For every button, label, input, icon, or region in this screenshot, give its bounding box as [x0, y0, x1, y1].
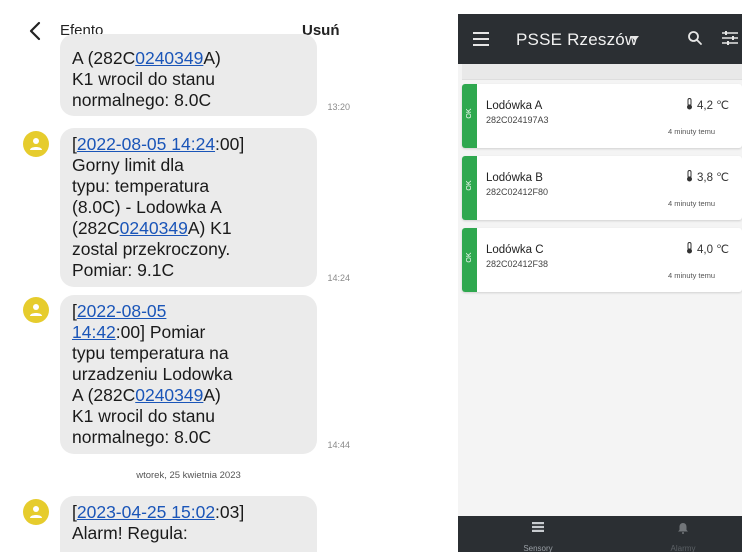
- status-badge: OK: [462, 84, 477, 148]
- message-text: [2022-08-05 14:42:00] Pomiar typu temper…: [72, 301, 277, 448]
- sensor-serial: 282C02412F38: [486, 259, 549, 269]
- hamburger-menu-icon[interactable]: [473, 32, 489, 46]
- person-icon: [30, 506, 42, 518]
- status-badge: OK: [462, 228, 477, 292]
- message-link[interactable]: 2022-08-05 14:24: [77, 134, 215, 154]
- sensor-name: Lodówka A: [486, 100, 543, 112]
- message-text: A (282C0240349A) K1 wrocil do stanu norm…: [72, 48, 277, 111]
- message-text: [2023-04-25 15:02:03] Alarm! Regula:: [72, 502, 277, 544]
- location-title[interactable]: PSSE Rzeszów: [516, 30, 637, 50]
- message-bubble[interactable]: [2023-04-25 15:02:03] Alarm! Regula:: [60, 496, 317, 552]
- thermometer-icon: [687, 98, 692, 110]
- message-bubble[interactable]: [2022-08-05 14:24:00] Gorny limit dla ty…: [60, 128, 350, 287]
- nav-tab-alarms[interactable]: Alarmy: [633, 516, 733, 552]
- sender-avatar: [23, 499, 49, 525]
- back-arrow-icon[interactable]: [26, 20, 44, 42]
- message-time: 14:24: [327, 273, 350, 283]
- list-header-band: [462, 64, 742, 80]
- app-bar: PSSE Rzeszów: [458, 14, 742, 64]
- message-text-run: A (282C: [72, 48, 136, 68]
- thermometer-icon: [687, 170, 692, 182]
- status-badge: OK: [462, 156, 477, 220]
- sensor-card[interactable]: OK Lodówka A 282C024197A3 4,2 ℃ 4 minuty…: [462, 84, 742, 148]
- bottom-navigation: Sensory Alarmy: [458, 516, 742, 552]
- bell-icon: [678, 523, 688, 534]
- sender-avatar: [23, 131, 49, 157]
- sms-conversation: Efento Usuń A (282C0240349A) K1 wrocil d…: [0, 0, 350, 552]
- message-bubble[interactable]: [2022-08-05 14:42:00] Pomiar typu temper…: [60, 295, 350, 454]
- sender-avatar: [23, 297, 49, 323]
- thermometer-icon: [687, 242, 692, 254]
- message-bubble[interactable]: A (282C0240349A) K1 wrocil do stanu norm…: [60, 34, 350, 116]
- message-text: [2022-08-05 14:24:00] Gorny limit dla ty…: [72, 134, 277, 281]
- person-icon: [30, 304, 42, 316]
- sensor-temperature: 4,2 ℃: [686, 98, 729, 112]
- message-link[interactable]: 0240349: [120, 218, 188, 238]
- sensor-temperature: 3,8 ℃: [686, 170, 729, 184]
- sensor-card[interactable]: OK Lodówka B 282C02412F80 3,8 ℃ 4 minuty…: [462, 156, 742, 220]
- chevron-down-icon[interactable]: [631, 36, 639, 41]
- sensor-card[interactable]: OK Lodówka C 282C02412F38 4,0 ℃ 4 minuty…: [462, 228, 742, 292]
- date-separator: wtorek, 25 kwietnia 2023: [136, 470, 241, 481]
- last-update: 4 minuty temu: [668, 271, 716, 280]
- nav-tab-sensors[interactable]: Sensory: [488, 516, 588, 552]
- nav-label: Alarmy: [670, 544, 696, 552]
- sensor-name: Lodówka B: [486, 172, 543, 184]
- message-time: 14:44: [327, 440, 350, 450]
- message-time: 13:20: [327, 102, 350, 112]
- sensor-name: Lodówka C: [486, 244, 544, 256]
- list-icon: [532, 522, 544, 532]
- efento-app: PSSE Rzeszów OK Lodówka A 282C024197A3 4…: [458, 14, 742, 552]
- sensor-list: OK Lodówka A 282C024197A3 4,2 ℃ 4 minuty…: [458, 64, 742, 546]
- sensor-serial: 282C024197A3: [486, 115, 549, 125]
- message-link[interactable]: 2023-04-25 15:02: [77, 502, 215, 522]
- message-link[interactable]: 0240349: [135, 48, 203, 68]
- message-link[interactable]: 0240349: [135, 385, 203, 405]
- sensor-temperature: 4,0 ℃: [686, 242, 729, 256]
- filter-sliders-icon[interactable]: [722, 31, 738, 45]
- last-update: 4 minuty temu: [668, 199, 716, 208]
- last-update: 4 minuty temu: [668, 127, 716, 136]
- search-icon[interactable]: [687, 30, 703, 46]
- nav-label: Sensory: [523, 544, 553, 552]
- person-icon: [30, 138, 42, 150]
- sensor-serial: 282C02412F80: [486, 187, 549, 197]
